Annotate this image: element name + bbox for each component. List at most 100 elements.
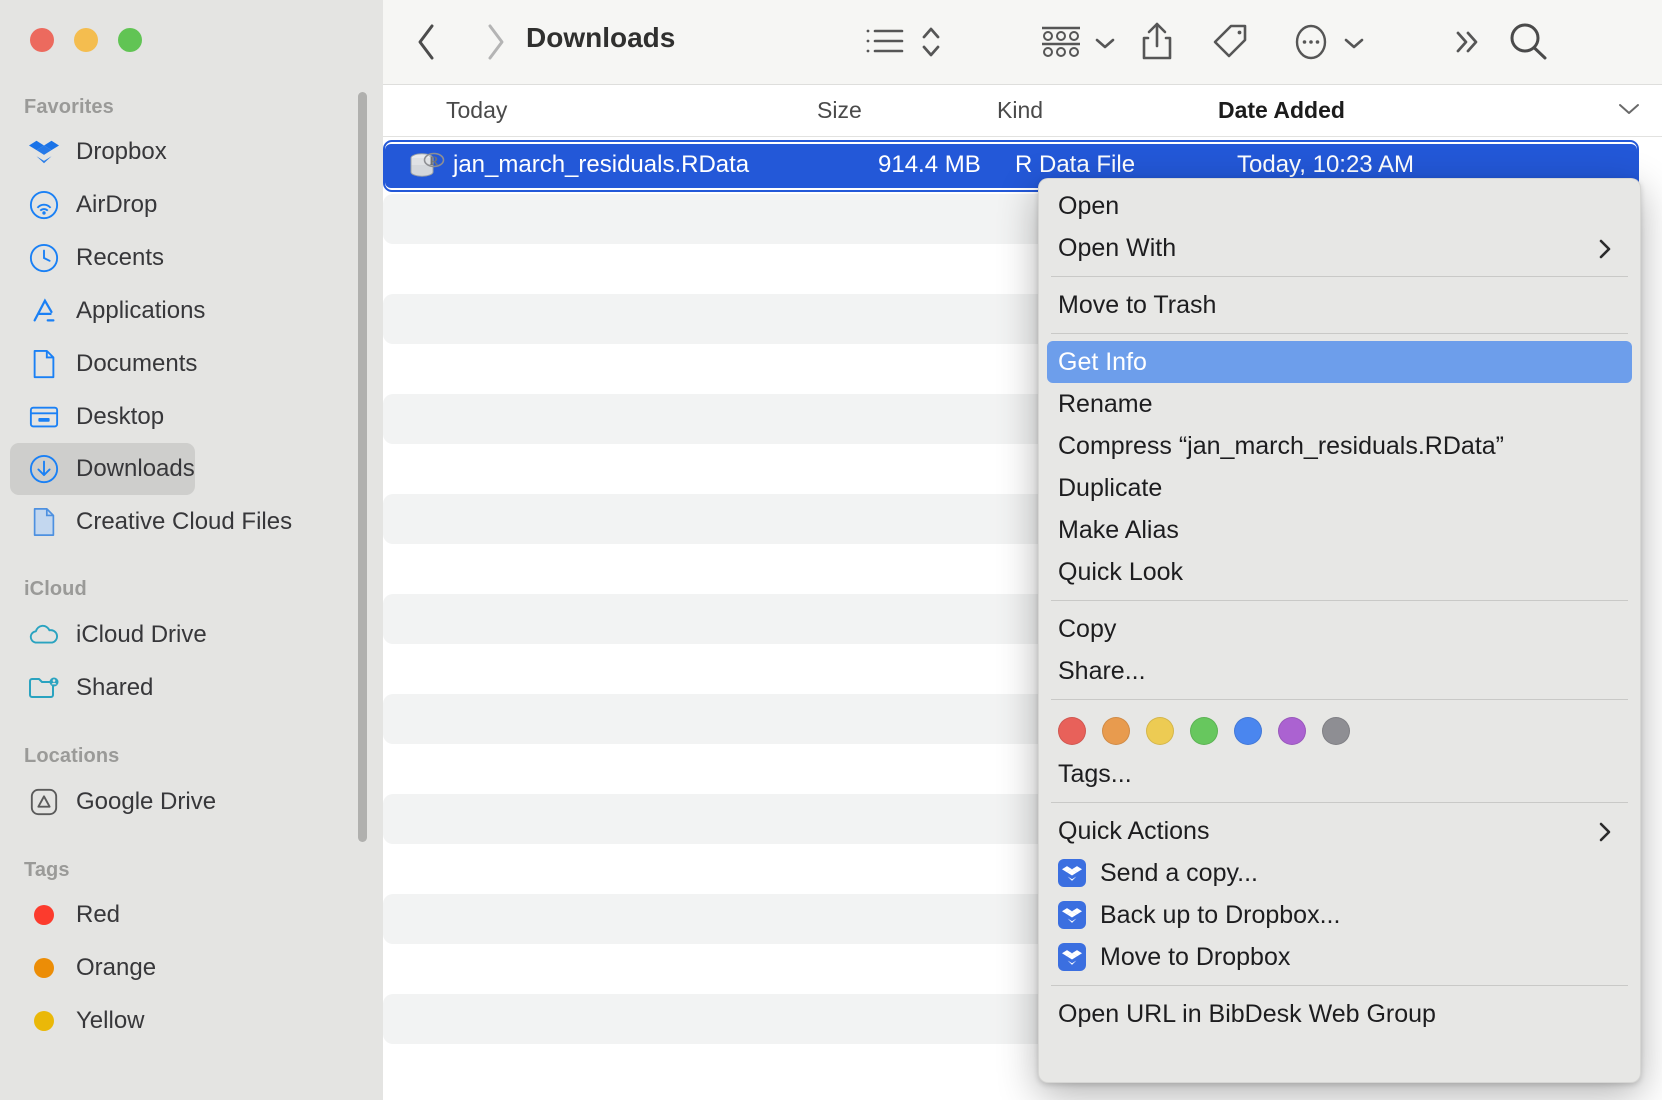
menu-item-label: Copy [1058,614,1117,643]
dropbox-icon [1058,901,1086,929]
menu-item-duplicate[interactable]: Duplicate [1047,467,1632,509]
menu-item-label: Back up to Dropbox... [1100,900,1341,929]
shared-folder-icon [28,672,60,704]
yellow-tag-swatch[interactable] [1146,717,1174,745]
menu-item-move-to-dropbox[interactable]: Move to Dropbox [1047,936,1632,978]
sidebar-item-google-drive[interactable]: Google Drive [10,776,216,828]
menu-item-tags[interactable]: Tags... [1047,753,1632,795]
sidebar-header-locations: Locations [24,745,120,767]
menu-item-compress[interactable]: Compress “jan_march_residuals.RData” [1047,425,1632,467]
sidebar-item-tag-yellow[interactable]: Yellow [10,995,145,1047]
tag-dot-icon [28,952,60,984]
sidebar-section-tags: Tags [0,859,383,882]
sidebar-item-label: Yellow [76,1007,145,1034]
menu-item-share[interactable]: Share... [1047,650,1632,692]
chevron-down-icon[interactable] [1615,99,1645,125]
download-icon [28,453,60,485]
gray-tag-swatch[interactable] [1322,717,1350,745]
blue-tag-swatch[interactable] [1234,717,1262,745]
menu-divider [1051,276,1628,277]
toolbar: Downloads [383,0,1662,85]
purple-tag-swatch[interactable] [1278,717,1306,745]
menu-item-label: Tags... [1058,759,1132,788]
zoom-button[interactable] [118,28,142,52]
sidebar-section-locations: Locations [0,745,383,768]
chevron-right-icon [1596,821,1614,842]
sidebar-item-label: Google Drive [76,788,217,815]
sidebar-header-tags: Tags [24,859,70,881]
dropbox-icon [1058,859,1086,887]
chevron-right-icon [1596,238,1614,259]
chevron-down-icon[interactable] [1089,22,1121,64]
share-icon[interactable] [1131,16,1183,68]
sidebar-section-icloud: iCloud [0,578,383,601]
menu-divider [1051,802,1628,803]
sidebar-item-creative-cloud-files[interactable]: Creative Cloud Files [10,496,292,548]
search-icon[interactable] [1500,14,1556,70]
menu-item-copy[interactable]: Copy [1047,608,1632,650]
group-icon[interactable] [1031,18,1091,66]
menu-item-send-a-copy[interactable]: Send a copy... [1047,852,1632,894]
menu-item-label: Move to Dropbox [1100,942,1291,971]
page-title: Downloads [526,22,676,53]
sidebar-item-desktop[interactable]: Desktop [10,391,164,443]
sidebar-item-label: Recents [76,244,165,271]
menu-item-back-up-to-dropbox[interactable]: Back up to Dropbox... [1047,894,1632,936]
sidebar-item-dropbox[interactable]: Dropbox [10,126,167,178]
tag-icon[interactable] [1205,16,1257,68]
sidebar-item-tag-orange[interactable]: Orange [10,942,156,994]
minimize-button[interactable] [74,28,98,52]
menu-item-open-with[interactable]: Open With [1047,227,1632,269]
sort-updown-icon[interactable] [911,18,951,66]
dropbox-icon [1058,943,1086,971]
sidebar-item-label: Orange [76,954,157,981]
context-menu: Open Open With Move to Trash Get Info Re… [1038,178,1641,1083]
menu-divider [1051,985,1628,986]
file-size: 914.4 MB [878,151,981,178]
sidebar-item-recents[interactable]: Recents [10,232,164,284]
forward-icon[interactable] [469,16,521,68]
chevron-down-icon[interactable] [1338,22,1370,64]
column-header-name[interactable]: Today [446,94,507,128]
close-button[interactable] [30,28,54,52]
column-header-date-added[interactable]: Date Added [1218,94,1345,128]
tag-dot-icon [28,899,60,931]
sidebar-header-favorites: Favorites [24,96,114,118]
menu-item-make-alias[interactable]: Make Alias [1047,509,1632,551]
menu-item-open[interactable]: Open [1047,185,1632,227]
menu-item-rename[interactable]: Rename [1047,383,1632,425]
menu-item-open-url-in-bibdesk-web-group[interactable]: Open URL in BibDesk Web Group [1047,993,1632,1035]
google-drive-icon [28,786,60,818]
orange-tag-swatch[interactable] [1102,717,1130,745]
cloud-icon [28,619,60,651]
sidebar-item-downloads[interactable]: Downloads [10,443,195,495]
menu-item-move-to-trash[interactable]: Move to Trash [1047,284,1632,326]
file-name: jan_march_residuals.RData [453,151,750,178]
sidebar-scrollbar[interactable] [358,92,367,842]
more-ellipsis-icon[interactable] [1285,16,1337,68]
menu-item-get-info[interactable]: Get Info [1047,341,1632,383]
sidebar-item-tag-red[interactable]: Red [10,889,120,941]
red-tag-swatch[interactable] [1058,717,1086,745]
column-header-size[interactable]: Size [817,94,862,128]
list-view-icon[interactable] [862,18,908,66]
menu-item-quick-look[interactable]: Quick Look [1047,551,1632,593]
desktop-icon [28,401,60,433]
sidebar-section-favorites: Favorites [0,96,383,119]
sidebar-item-shared[interactable]: Shared [10,662,153,714]
back-icon[interactable] [401,16,453,68]
sidebar-item-label: iCloud Drive [76,621,207,648]
green-tag-swatch[interactable] [1190,717,1218,745]
sidebar-item-airdrop[interactable]: AirDrop [10,179,157,231]
double-chevron-icon[interactable] [1441,16,1493,68]
tag-swatch-row [1039,707,1640,753]
column-header-kind[interactable]: Kind [997,94,1043,128]
sidebar-item-label: Downloads [76,455,195,482]
menu-item-quick-actions[interactable]: Quick Actions [1047,810,1632,852]
sidebar-item-applications[interactable]: Applications [10,285,205,337]
sidebar-header-icloud: iCloud [24,578,87,600]
menu-item-label: Move to Trash [1058,290,1217,319]
sidebar-item-documents[interactable]: Documents [10,338,197,390]
sidebar-item-icloud-drive[interactable]: iCloud Drive [10,609,207,661]
menu-item-label: Duplicate [1058,473,1163,502]
